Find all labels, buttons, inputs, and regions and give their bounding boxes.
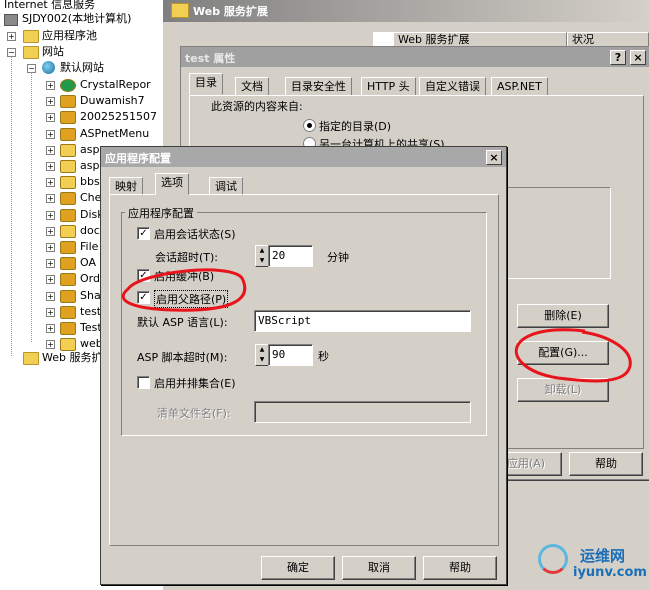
annotation-overlay bbox=[121, 268, 632, 383]
red-circle-configure bbox=[514, 328, 632, 383]
red-circle-parent-paths bbox=[121, 268, 247, 312]
watermark-url: iyunv.com bbox=[573, 565, 647, 580]
logo-icon bbox=[538, 544, 568, 574]
tab-options[interactable]: 选项 bbox=[155, 173, 189, 195]
watermark-title: 运维网 bbox=[580, 547, 626, 565]
tab-directory[interactable]: 目录 bbox=[189, 73, 223, 95]
